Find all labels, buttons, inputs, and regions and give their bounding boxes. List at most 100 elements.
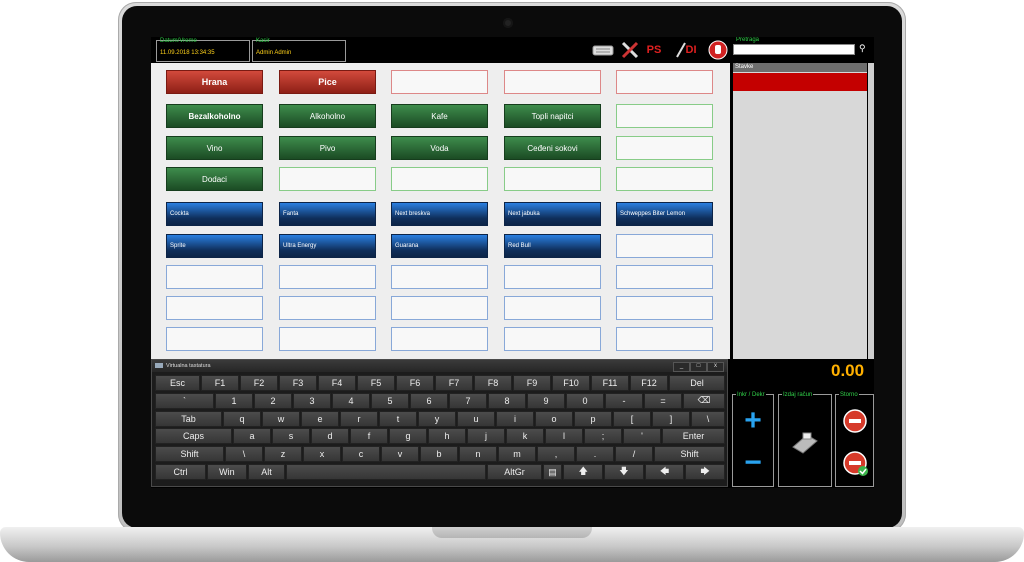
keyboard-key[interactable]: v (381, 446, 419, 463)
keyboard-key[interactable]: Enter (662, 428, 725, 445)
keyboard-key[interactable]: 6 (410, 392, 448, 409)
tools-icon[interactable] (619, 40, 641, 60)
keyboard-key[interactable]: r (340, 410, 378, 427)
keyboard-key[interactable]: f (350, 428, 388, 445)
empty-slot-button[interactable] (616, 136, 713, 160)
di-button[interactable]: DI (669, 40, 703, 60)
empty-slot-button[interactable] (391, 327, 488, 351)
empty-slot-button[interactable] (166, 296, 263, 320)
decrement-button[interactable]: − (739, 448, 767, 478)
keyboard-key[interactable]: w (262, 410, 300, 427)
product-button[interactable]: Sprite (166, 234, 263, 258)
keyboard-key[interactable]: s (272, 428, 310, 445)
search-icon[interactable]: ⚲ (859, 43, 866, 54)
stavke-selected-row[interactable] (733, 73, 867, 91)
keyboard-key[interactable]: F9 (513, 375, 551, 391)
maximize-button[interactable]: □ (690, 362, 707, 372)
keyboard-key[interactable]: F3 (279, 375, 317, 391)
product-button[interactable]: Red Bull (504, 234, 601, 258)
keyboard-key[interactable]: F4 (318, 375, 356, 391)
keyboard-key[interactable]: Alt (247, 464, 286, 480)
keyboard-key[interactable]: AltGr (487, 464, 542, 480)
keyboard-key[interactable]: d (311, 428, 349, 445)
keyboard-key[interactable]: m (498, 446, 536, 463)
keyboard-key[interactable]: Esc (155, 375, 200, 391)
keyboard-key[interactable]: Caps (155, 428, 232, 445)
keyboard-key[interactable]: b (420, 446, 458, 463)
empty-slot-button[interactable] (616, 265, 713, 289)
keyboard-key[interactable]: Ctrl (155, 464, 207, 480)
keyboard-key[interactable]: z (264, 446, 302, 463)
keyboard-key[interactable]: 4 (332, 392, 370, 409)
keyboard-key[interactable]: 🡅 (563, 464, 604, 480)
empty-slot-button[interactable] (616, 296, 713, 320)
close-button[interactable]: x (707, 362, 724, 372)
keyboard-key[interactable]: a (233, 428, 271, 445)
empty-slot-button[interactable] (616, 234, 713, 258)
keyboard-key[interactable]: Win (207, 464, 247, 480)
keyboard-key[interactable]: u (457, 410, 495, 427)
category-button[interactable]: Ceđeni sokovi (504, 136, 601, 160)
keyboard-key[interactable]: F8 (474, 375, 512, 391)
product-button[interactable]: Next breskva (391, 202, 488, 226)
keyboard-key[interactable]: F10 (552, 375, 590, 391)
category-button[interactable]: Hrana (166, 70, 263, 94)
keyboard-key[interactable]: t (379, 410, 417, 427)
product-button[interactable]: Next jabuka (504, 202, 601, 226)
keyboard-key[interactable]: Tab (155, 410, 222, 427)
keyboard-key[interactable]: q (223, 410, 261, 427)
product-button[interactable]: Cockta (166, 202, 263, 226)
keyboard-key[interactable]: ⌫ (683, 392, 725, 409)
minimize-button[interactable]: _ (673, 362, 690, 372)
product-button[interactable]: Fanta (279, 202, 376, 226)
empty-slot-button[interactable] (279, 167, 376, 191)
empty-slot-button[interactable] (279, 265, 376, 289)
keyboard-key[interactable]: y (418, 410, 456, 427)
stavke-scrollbar[interactable] (868, 63, 874, 359)
keyboard-key[interactable]: \ (225, 446, 263, 463)
keyboard-key[interactable]: ▤ (542, 464, 563, 480)
storno-item-button[interactable] (843, 409, 867, 433)
keyboard-key[interactable]: i (496, 410, 534, 427)
keyboard-key[interactable]: h (428, 428, 466, 445)
keyboard-key[interactable]: 🡆 (685, 464, 725, 480)
empty-slot-button[interactable] (166, 327, 263, 351)
search-input[interactable] (733, 44, 855, 55)
keyboard-key[interactable]: F2 (240, 375, 278, 391)
empty-slot-button[interactable] (391, 265, 488, 289)
empty-slot-button[interactable] (616, 327, 713, 351)
category-button[interactable]: Pice (279, 70, 376, 94)
keyboard-key[interactable]: F12 (630, 375, 668, 391)
product-button[interactable]: Ultra Energy (279, 234, 376, 258)
issue-receipt-button[interactable] (789, 427, 821, 455)
keyboard-key[interactable]: 0 (566, 392, 604, 409)
empty-slot-button[interactable] (504, 70, 601, 94)
increment-button[interactable]: + (739, 406, 767, 436)
empty-slot-button[interactable] (504, 265, 601, 289)
keyboard-key[interactable]: \ (691, 410, 725, 427)
keyboard-key[interactable]: F5 (357, 375, 395, 391)
category-button[interactable]: Bezalkoholno (166, 104, 263, 128)
keyboard-key[interactable]: ' (623, 428, 661, 445)
keyboard-key[interactable]: 1 (215, 392, 253, 409)
category-button[interactable]: Pivo (279, 136, 376, 160)
keyboard-key[interactable]: Shift (654, 446, 725, 463)
keyboard-key[interactable]: 2 (254, 392, 292, 409)
keyboard-key[interactable]: 5 (371, 392, 409, 409)
keyboard-key[interactable]: 8 (488, 392, 526, 409)
storno-receipt-button[interactable] (843, 451, 869, 477)
empty-slot-button[interactable] (391, 167, 488, 191)
empty-slot-button[interactable] (391, 70, 488, 94)
keyboard-key[interactable]: ` (155, 392, 214, 409)
product-button[interactable]: Schweppes Biter Lemon (616, 202, 713, 226)
empty-slot-button[interactable] (166, 265, 263, 289)
keyboard-key[interactable]: = (644, 392, 682, 409)
keyboard-icon[interactable] (591, 40, 615, 60)
empty-slot-button[interactable] (279, 296, 376, 320)
keyboard-key[interactable]: Del (669, 375, 725, 391)
category-button[interactable]: Voda (391, 136, 488, 160)
keyboard-key[interactable]: k (506, 428, 544, 445)
keyboard-key[interactable]: l (545, 428, 583, 445)
keyboard-key[interactable]: 3 (293, 392, 331, 409)
category-button[interactable]: Alkoholno (279, 104, 376, 128)
